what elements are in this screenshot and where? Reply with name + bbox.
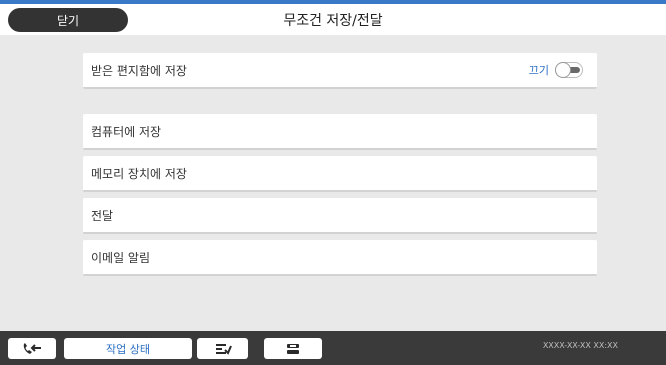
email-notification-row[interactable]: 이메일 알림 <box>83 240 597 276</box>
toggle-state-label: 끄기 <box>528 64 549 77</box>
forward-row[interactable]: 전달 <box>83 198 597 234</box>
footer-bar: 작업 상태 XXXX-XX-XX XX:XX <box>0 331 666 365</box>
save-to-computer-label: 컴퓨터에 저장 <box>91 124 162 139</box>
hook-transmit-button[interactable] <box>197 338 248 359</box>
fax-receive-button[interactable] <box>8 338 56 359</box>
datetime-display: XXXX-XX-XX XX:XX <box>542 341 618 350</box>
email-notification-label: 이메일 알림 <box>91 250 151 265</box>
save-to-inbox-label: 받은 편지함에 저장 <box>91 63 187 78</box>
save-to-inbox-toggle-group[interactable]: 끄기 <box>529 62 583 78</box>
header-bar: 닫기 무조건 저장/전달 <box>0 4 666 35</box>
save-to-memory-device-row[interactable]: 메모리 장치에 저장 <box>83 156 597 192</box>
toggle-knob <box>555 62 571 78</box>
save-to-inbox-toggle[interactable] <box>555 62 583 78</box>
save-to-inbox-row[interactable]: 받은 편지함에 저장 끄기 <box>83 53 597 89</box>
settings-panel: 받은 편지함에 저장 끄기 컴퓨터에 저장 메모리 장치에 저장 전달 이메일 … <box>0 35 666 331</box>
fax-icon <box>287 343 299 354</box>
forward-label: 전달 <box>91 208 114 223</box>
save-to-memory-device-label: 메모리 장치에 저장 <box>91 166 187 181</box>
page-title: 무조건 저장/전달 <box>283 13 383 29</box>
hook-transmit-icon <box>215 343 232 355</box>
fax-receive-icon <box>23 342 41 354</box>
fax-button[interactable] <box>264 338 322 359</box>
save-to-computer-row[interactable]: 컴퓨터에 저장 <box>83 114 597 150</box>
job-status-button[interactable]: 작업 상태 <box>64 338 192 359</box>
